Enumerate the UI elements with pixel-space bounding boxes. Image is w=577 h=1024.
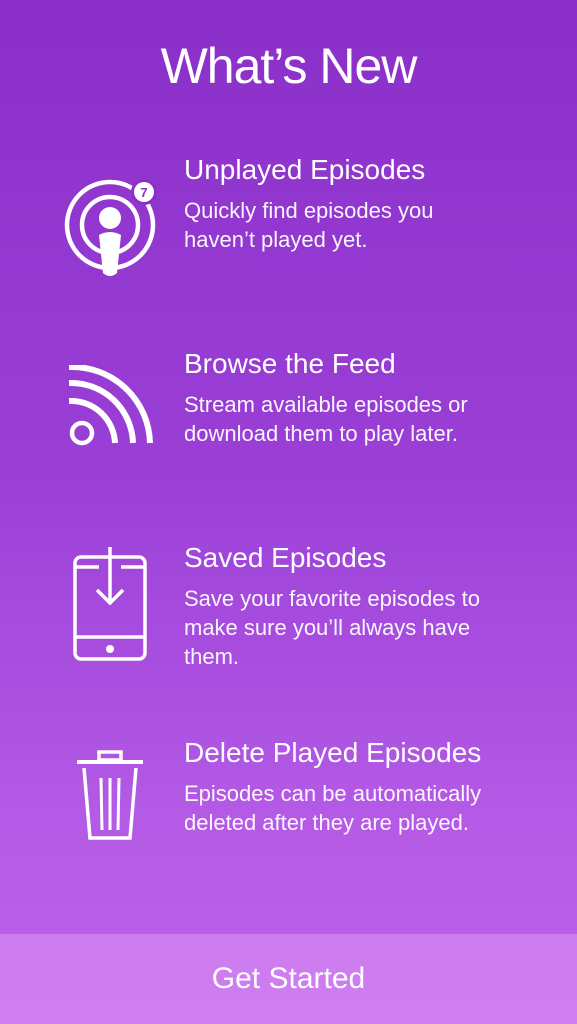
get-started-button[interactable]: Get Started [0, 934, 577, 1024]
rss-feed-icon [55, 363, 165, 485]
feature-description-line: Save your favorite episodes to [184, 586, 480, 611]
feature-description-line: download them to play later. [184, 421, 458, 446]
feature-description-line: Stream available episodes or [184, 392, 468, 417]
feature-saved-episodes: Saved Episodes Save your favorite episod… [0, 541, 577, 711]
feature-description-line: them. [184, 644, 240, 669]
feature-description: Stream available episodes or download th… [184, 390, 554, 448]
feature-title: Saved Episodes [184, 542, 387, 573]
feature-description-line: deleted after they are played. [184, 810, 469, 835]
feature-description-line: make sure you’ll always have [184, 615, 471, 640]
feature-description: Save your favorite episodes to make sure… [184, 584, 554, 671]
feature-description-line: haven’t played yet. [184, 227, 368, 252]
unplayed-count-badge: 7 [140, 185, 147, 200]
feature-title: Browse the Feed [184, 348, 396, 379]
phone-download-icon [55, 541, 165, 661]
feature-description: Quickly find episodes you haven’t played… [184, 196, 554, 254]
trash-icon [55, 750, 165, 870]
podcast-icon: 7 [55, 165, 165, 285]
feature-browse-feed: Browse the Feed Stream available episode… [0, 347, 577, 517]
feature-delete-played: Delete Played Episodes Episodes can be a… [0, 736, 577, 906]
feature-description-line: Quickly find episodes you [184, 198, 434, 223]
page-title: What’s New [160, 38, 418, 94]
feature-title: Unplayed Episodes [184, 154, 426, 185]
feature-unplayed-episodes: 7 Unplayed Episodes Quickly find episode… [0, 153, 577, 323]
feature-description-line: Episodes can be automatically [184, 781, 482, 806]
feature-title: Delete Played Episodes [184, 737, 482, 768]
feature-description: Episodes can be automatically deleted af… [184, 779, 554, 837]
